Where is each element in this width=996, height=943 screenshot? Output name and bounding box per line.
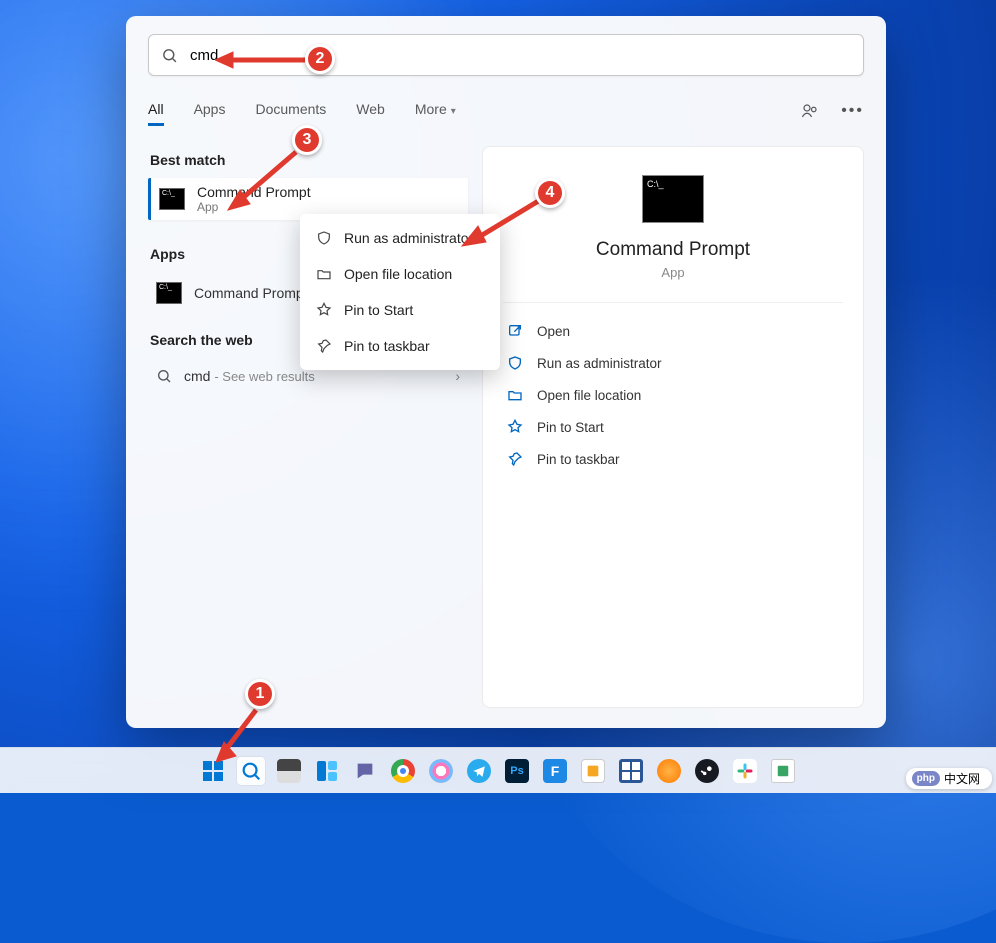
telegram-icon[interactable] [465, 757, 493, 785]
annotation-arrow-4 [458, 196, 548, 256]
action-pin-taskbar[interactable]: Pin to taskbar [505, 443, 841, 475]
annotation-badge-2: 2 [305, 44, 335, 74]
taskbar: Ps F [0, 747, 996, 793]
folder-icon [507, 387, 523, 403]
app-icon[interactable] [579, 757, 607, 785]
web-result-sub: - See web results [214, 369, 314, 384]
chrome-icon[interactable] [389, 757, 417, 785]
app-icon[interactable] [769, 757, 797, 785]
shield-icon [507, 355, 523, 371]
annotation-badge-1: 1 [245, 679, 275, 709]
search-icon [161, 47, 178, 64]
chevron-down-icon: ▾ [451, 106, 456, 117]
app-icon[interactable] [655, 757, 683, 785]
action-run-admin[interactable]: Run as administrator [505, 347, 841, 379]
open-icon [507, 323, 523, 339]
cm-open-location[interactable]: Open file location [300, 256, 500, 292]
start-search-window: All Apps Documents Web More▾ ••• Best ma… [126, 16, 886, 728]
folder-icon [316, 266, 332, 282]
pin-icon [507, 419, 523, 435]
tab-more[interactable]: More▾ [415, 101, 456, 126]
preview-app-icon [642, 175, 704, 223]
app-icon[interactable]: F [541, 757, 569, 785]
chat-icon[interactable] [351, 757, 379, 785]
paint-icon[interactable] [427, 757, 455, 785]
tab-documents[interactable]: Documents [255, 101, 326, 126]
search-icon [156, 368, 172, 384]
divider [503, 302, 843, 303]
account-icon[interactable] [801, 102, 819, 125]
tab-all[interactable]: All [148, 101, 164, 126]
chevron-right-icon: › [455, 368, 460, 384]
steam-icon[interactable] [693, 757, 721, 785]
widgets-icon[interactable] [313, 757, 341, 785]
action-open[interactable]: Open [505, 315, 841, 347]
tab-apps[interactable]: Apps [194, 101, 226, 126]
web-result-query: cmd [184, 368, 210, 384]
apps-result-title: Command Prompt [194, 285, 308, 301]
annotation-arrow-3 [224, 148, 304, 218]
annotation-badge-3: 3 [292, 125, 322, 155]
annotation-arrow-2 [215, 48, 310, 72]
pin-icon [507, 451, 523, 467]
tab-web[interactable]: Web [356, 101, 385, 126]
annotation-badge-4: 4 [535, 178, 565, 208]
php-logo-icon: php [912, 771, 940, 786]
cmd-icon [156, 282, 182, 304]
watermark: php 中文网 [906, 768, 992, 789]
pin-icon [316, 302, 332, 318]
calculator-icon[interactable] [617, 757, 645, 785]
task-view-icon[interactable] [275, 757, 303, 785]
pin-icon [316, 338, 332, 354]
watermark-text: 中文网 [944, 770, 980, 787]
action-open-location[interactable]: Open file location [505, 379, 841, 411]
cm-pin-start[interactable]: Pin to Start [300, 292, 500, 328]
preview-title: Command Prompt [505, 239, 841, 261]
filter-tabs-row: All Apps Documents Web More▾ ••• [148, 98, 864, 128]
cm-pin-taskbar[interactable]: Pin to taskbar [300, 328, 500, 364]
action-pin-start[interactable]: Pin to Start [505, 411, 841, 443]
shield-icon [316, 230, 332, 246]
more-options-icon[interactable]: ••• [841, 102, 864, 125]
photoshop-icon[interactable]: Ps [503, 757, 531, 785]
preview-subtitle: App [505, 265, 841, 280]
cmd-icon [159, 188, 185, 210]
annotation-arrow-1 [212, 706, 272, 766]
slack-icon[interactable] [731, 757, 759, 785]
